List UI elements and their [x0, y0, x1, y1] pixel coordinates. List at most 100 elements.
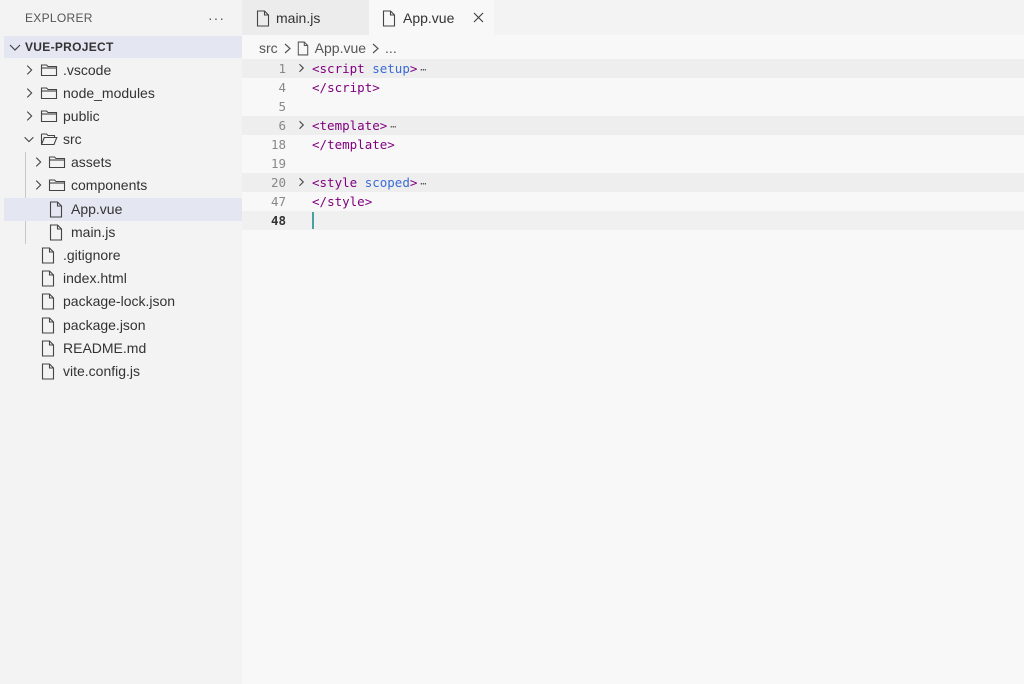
code-text: </script>: [312, 80, 380, 95]
chevron-down-icon: [9, 44, 21, 51]
file-icon: [41, 293, 55, 310]
chevron-right-icon: [372, 43, 379, 53]
project-root[interactable]: VUE-PROJECT: [4, 36, 242, 58]
chevron-right-icon: [26, 65, 33, 75]
explorer-header: EXPLORER ···: [0, 0, 242, 35]
tag-bracket: >: [372, 80, 380, 95]
line-number: 48: [270, 213, 286, 228]
tab-main-js[interactable]: main.js: [242, 0, 369, 35]
file-icon: [41, 317, 55, 334]
tree-item-label: .gitignore: [63, 247, 121, 263]
line-number: 5: [278, 99, 286, 114]
chevron-down-icon: [24, 136, 34, 143]
tag-bracket: >: [409, 61, 418, 76]
file-icon: [41, 340, 55, 357]
code-line[interactable]: 20 <style scoped> ⋯: [242, 173, 1024, 192]
line-number: 47: [270, 194, 286, 209]
tag-bracket: </: [312, 80, 328, 95]
tree-item-node-modules[interactable]: node_modules: [4, 82, 242, 105]
tree-item-package-lock-json[interactable]: package-lock.json: [4, 290, 242, 313]
tree-item-label: assets: [71, 154, 112, 170]
tree-item-gitignore[interactable]: .gitignore: [4, 244, 242, 267]
tag-name: script: [327, 80, 373, 95]
tree-item-label: components: [71, 177, 148, 193]
code-line[interactable]: 6 <template> ⋯: [242, 116, 1024, 135]
fold-chevron-icon[interactable]: [295, 62, 307, 74]
tag-name: template: [327, 137, 388, 152]
line-number: 4: [278, 80, 286, 95]
code-line[interactable]: 4 </script>: [242, 78, 1024, 97]
breadcrumb-file[interactable]: App.vue: [315, 40, 366, 56]
line-number: 19: [270, 156, 286, 171]
chevron-right-icon: [284, 43, 291, 53]
code-line[interactable]: 5: [242, 97, 1024, 116]
tab-app-vue[interactable]: App.vue: [369, 0, 494, 35]
tag-name: template: [319, 118, 380, 133]
code-text: <style scoped> ⋯: [312, 175, 426, 190]
tag-bracket: </: [312, 137, 328, 152]
tab-label: App.vue: [403, 10, 455, 26]
tag-bracket: >: [364, 194, 373, 209]
code-text: <template> ⋯: [312, 118, 396, 133]
tree-item-label: node_modules: [63, 85, 155, 101]
folder-icon: [40, 110, 58, 123]
tag-attribute: scoped: [357, 175, 410, 190]
code-line[interactable]: 1 <script setup> ⋯: [242, 59, 1024, 78]
file-icon: [41, 270, 55, 287]
tag-bracket: >: [379, 118, 388, 133]
code-text: </template>: [312, 137, 395, 152]
folded-ellipsis-icon[interactable]: ⋯: [420, 65, 426, 76]
tag-bracket: </: [312, 194, 328, 209]
tree-item-vite-config-js[interactable]: vite.config.js: [4, 360, 242, 383]
line-number: 1: [278, 61, 286, 76]
tree-item-label: README.md: [63, 340, 147, 356]
folder-open-icon: [40, 133, 58, 146]
chevron-right-icon: [26, 111, 33, 121]
folder-icon: [48, 156, 66, 169]
code-line-current[interactable]: 48: [242, 211, 1024, 230]
code-editor[interactable]: 1 <script setup> ⋯ 4 </script> 5 6 <templ…: [242, 59, 1024, 684]
chevron-right-icon: [35, 157, 42, 167]
explorer-title: EXPLORER: [25, 10, 93, 25]
tree-item-readme-md[interactable]: README.md: [4, 337, 242, 360]
line-number: 6: [278, 118, 286, 133]
file-icon: [297, 41, 308, 55]
project-name: VUE-PROJECT: [25, 40, 114, 54]
folder-icon: [40, 64, 58, 77]
more-actions-icon[interactable]: ···: [208, 11, 225, 25]
explorer-sidebar: EXPLORER ··· VUE-PROJECT .vscode node_mo…: [0, 0, 242, 684]
folder-icon: [40, 87, 58, 100]
code-line[interactable]: 19: [242, 154, 1024, 173]
tag-bracket: >: [387, 137, 395, 152]
tree-item-main-js[interactable]: main.js: [4, 221, 242, 244]
tree-item-public[interactable]: public: [4, 105, 242, 128]
tree-item-package-json[interactable]: package.json: [4, 314, 242, 337]
tree-item-label: public: [63, 108, 100, 124]
tag-attribute: setup: [364, 61, 410, 76]
folded-ellipsis-icon[interactable]: ⋯: [390, 122, 396, 133]
line-number: 20: [270, 175, 286, 190]
tree-item-app-vue[interactable]: App.vue: [4, 198, 242, 221]
fold-chevron-icon[interactable]: [295, 176, 307, 188]
tree-item-label: package.json: [63, 317, 146, 333]
tree-item-label: index.html: [63, 270, 127, 286]
breadcrumb-folder[interactable]: src: [259, 40, 278, 56]
tag-name: script: [319, 61, 365, 76]
tree-item-label: .vscode: [63, 62, 112, 78]
fold-chevron-icon[interactable]: [295, 119, 307, 131]
tree-item-src[interactable]: src: [4, 128, 242, 151]
tree-item-vscode[interactable]: .vscode: [4, 59, 242, 82]
tree-item-components[interactable]: components: [4, 174, 242, 197]
tag-name: style: [327, 194, 365, 209]
breadcrumb-more[interactable]: ...: [385, 40, 397, 56]
file-icon: [41, 363, 55, 380]
close-icon[interactable]: [473, 12, 484, 23]
code-line[interactable]: 18 </template>: [242, 135, 1024, 154]
tree-item-label: package-lock.json: [63, 293, 176, 309]
tab-bar: main.js App.vue: [242, 0, 1024, 35]
tree-item-assets[interactable]: assets: [4, 151, 242, 174]
tree-item-index-html[interactable]: index.html: [4, 267, 242, 290]
tree-item-label: src: [63, 131, 82, 147]
code-line[interactable]: 47 </style>: [242, 192, 1024, 211]
folded-ellipsis-icon[interactable]: ⋯: [420, 179, 426, 190]
